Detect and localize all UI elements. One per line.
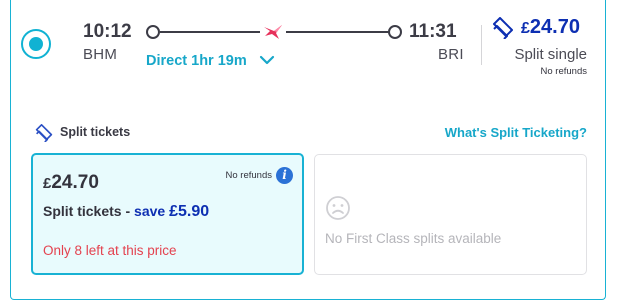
destination-marker bbox=[388, 25, 402, 39]
split-tickets-title: Split tickets bbox=[60, 125, 131, 139]
fare-type: Split single bbox=[514, 46, 587, 63]
save-label: save bbox=[134, 203, 170, 219]
departure-time: 10:12 bbox=[83, 21, 132, 42]
refund-note: No refunds bbox=[540, 66, 587, 77]
info-icon[interactable]: i bbox=[276, 167, 293, 184]
route-line bbox=[146, 24, 402, 40]
departure-station: BHM bbox=[83, 46, 118, 63]
option-amount: 24.70 bbox=[51, 172, 99, 193]
arrival-station: BRI bbox=[438, 46, 464, 63]
journey-summary[interactable]: Direct 1hr 19m bbox=[146, 53, 247, 69]
price-amount: 24.70 bbox=[529, 16, 580, 38]
option-refund-note: No refunds bbox=[225, 170, 272, 181]
split-ticket-icon bbox=[35, 124, 53, 142]
chevron-down-icon[interactable] bbox=[259, 54, 275, 66]
first-class-option: No First Class splits available bbox=[314, 154, 587, 275]
operator-logo-icon bbox=[264, 25, 282, 39]
save-amount: £5.90 bbox=[169, 203, 210, 220]
first-class-unavailable-text: No First Class splits available bbox=[325, 231, 502, 246]
arrival-time: 11:31 bbox=[409, 21, 457, 42]
availability-note: Only 8 left at this price bbox=[43, 243, 177, 258]
divider bbox=[481, 25, 482, 65]
option-label: Split tickets - bbox=[43, 203, 135, 219]
origin-marker bbox=[146, 25, 160, 39]
split-ticket-icon bbox=[493, 17, 513, 39]
split-ticket-option[interactable]: £24.70 No refunds i Split tickets - save… bbox=[31, 153, 304, 275]
radio-selected-icon bbox=[29, 37, 43, 51]
price-currency: £ bbox=[521, 20, 530, 37]
sad-face-icon bbox=[326, 196, 350, 220]
journey-card[interactable]: 10:12 BHM 11:31 BRI Direct 1hr 19m £24.7… bbox=[10, 0, 606, 300]
whats-split-ticketing-link[interactable]: What's Split Ticketing? bbox=[445, 125, 587, 140]
journey-radio[interactable] bbox=[21, 29, 51, 59]
